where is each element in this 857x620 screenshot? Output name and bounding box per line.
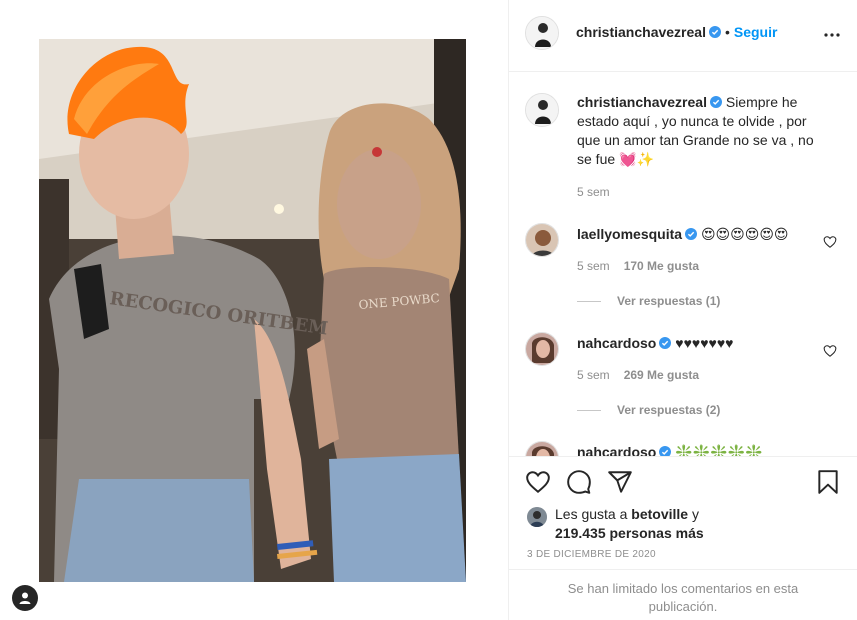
comment-age[interactable]: 5 sem	[577, 259, 610, 273]
verified-badge-icon	[659, 337, 672, 349]
person-glyph	[19, 592, 31, 604]
post-header: christianchavezreal • Seguir	[509, 0, 857, 72]
header-separator: •	[724, 24, 730, 40]
comment-username[interactable]: nahcardoso	[577, 335, 656, 351]
view-replies-label: Ver respuestas (2)	[617, 403, 721, 417]
comment-icon[interactable]	[566, 469, 592, 495]
author-username[interactable]: christianchavezreal	[576, 24, 706, 40]
header-user-row: christianchavezreal • Seguir	[576, 24, 777, 40]
comment-meta: 5 sem 269 Me gusta	[577, 368, 699, 382]
likes-prefix: Les gusta a	[555, 506, 628, 522]
replies-line	[577, 410, 601, 412]
author-avatar-image	[526, 17, 558, 49]
caption-avatar-image	[526, 94, 558, 126]
comments-section[interactable]: christianchavezreal Siempre he estado aq…	[509, 73, 857, 456]
view-replies-button[interactable]: Ver respuestas (1)	[577, 294, 720, 308]
view-replies-button[interactable]: Ver respuestas (2)	[577, 403, 720, 417]
verified-badge-icon	[708, 26, 721, 38]
likes-count[interactable]: 219.435 personas más	[555, 525, 704, 541]
verified-badge-icon	[659, 446, 672, 456]
comment-avatar-image	[526, 333, 558, 365]
comment-likes-count[interactable]: 170 Me gusta	[624, 259, 699, 273]
send-icon[interactable]	[607, 469, 633, 495]
post-actions: Les gusta a betoville y 219.435 personas…	[509, 456, 857, 620]
caption-username[interactable]: christianchavezreal	[577, 94, 707, 110]
comment-username[interactable]: nahcardoso	[577, 444, 656, 456]
comment-text: ❇️❇️❇️❇️❇️	[675, 444, 763, 456]
comment-like-heart-icon[interactable]	[823, 235, 837, 249]
post-photo[interactable]: RECOGICO ORITBEM ONE POWBC	[39, 39, 466, 582]
caption-age[interactable]: 5 sem	[577, 185, 610, 199]
follow-button[interactable]: Seguir	[734, 24, 778, 40]
likes-conj: y	[691, 506, 699, 522]
limited-comments-notice: Se han limitado los comentarios en esta …	[509, 569, 857, 620]
liker-avatar[interactable]	[527, 507, 547, 527]
liker-avatar-image	[527, 507, 547, 527]
post-photo-illustration: RECOGICO ORITBEM ONE POWBC	[39, 39, 466, 582]
bookmark-icon[interactable]	[815, 469, 841, 495]
comment-avatar[interactable]	[525, 332, 559, 366]
more-options-icon[interactable]	[823, 26, 841, 44]
verified-badge-icon	[685, 228, 698, 240]
profile-icon[interactable]	[12, 585, 38, 611]
replies-line	[577, 301, 601, 303]
comment-age[interactable]: 5 sem	[577, 368, 610, 382]
post-media-pane: RECOGICO ORITBEM ONE POWBC	[0, 0, 508, 620]
comment-item: nahcardoso ♥♥♥♥♥♥♥ 5 sem 269 Me gusta Ver…	[525, 332, 845, 432]
comment-text-block: nahcardoso ♥♥♥♥♥♥♥	[577, 334, 827, 353]
comment-username[interactable]: laellyomesquita	[577, 226, 682, 242]
limited-comments-text: Se han limitado los comentarios en esta …	[567, 581, 799, 614]
comment-item: nahcardoso ❇️❇️❇️❇️❇️	[525, 441, 845, 456]
likes-text: Les gusta a betoville y 219.435 personas…	[555, 505, 795, 543]
post-details-pane: christianchavezreal • Seguir christianchav…	[509, 0, 857, 620]
comment-meta: 5 sem 170 Me gusta	[577, 259, 699, 273]
liker-username[interactable]: betoville	[631, 506, 688, 522]
caption: christianchavezreal Siempre he estado aq…	[525, 93, 845, 203]
author-avatar[interactable]	[525, 16, 559, 50]
view-replies-label: Ver respuestas (1)	[617, 294, 721, 308]
comment-avatar-image	[526, 442, 558, 456]
comment-avatar[interactable]	[525, 441, 559, 456]
heart-icon[interactable]	[525, 469, 551, 495]
comment-text: ♥♥♥♥♥♥♥	[675, 335, 734, 351]
comment-item: laellyomesquita 😍😍😍😍😍😍 5 sem 170 Me gusta…	[525, 223, 845, 323]
comment-text-block: laellyomesquita 😍😍😍😍😍😍	[577, 225, 827, 244]
post-date[interactable]: 3 DE DICIEMBRE DE 2020	[527, 549, 656, 560]
caption-text-block: christianchavezreal Siempre he estado aq…	[577, 93, 827, 169]
caption-avatar[interactable]	[525, 93, 559, 127]
comment-like-heart-icon[interactable]	[823, 344, 837, 358]
comment-text: 😍😍😍😍😍😍	[700, 226, 789, 242]
comment-avatar[interactable]	[525, 223, 559, 257]
verified-badge-icon	[709, 96, 722, 108]
comment-text-block: nahcardoso ❇️❇️❇️❇️❇️	[577, 443, 827, 456]
comment-likes-count[interactable]: 269 Me gusta	[624, 368, 699, 382]
comment-avatar-image	[526, 224, 558, 256]
